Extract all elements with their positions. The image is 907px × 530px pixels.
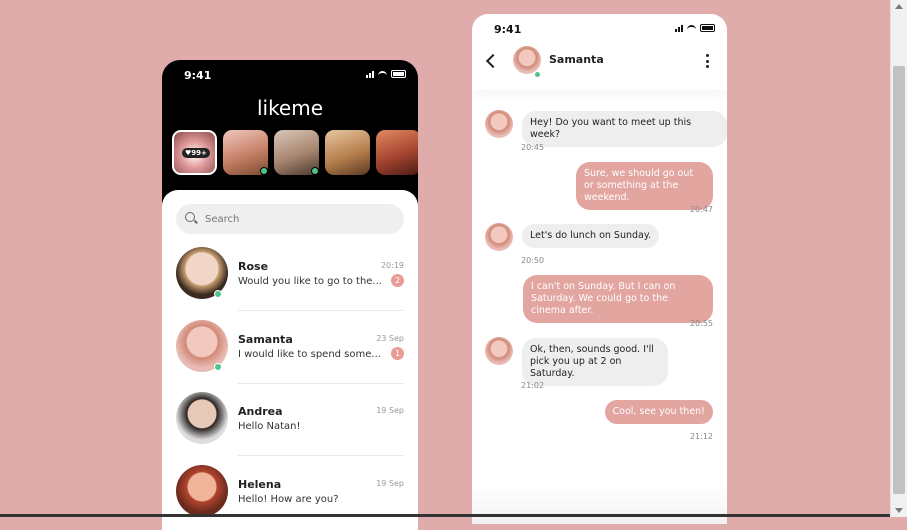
status-time: 9:41 (184, 69, 212, 82)
chat-list-phone: 9:41 likeme ♥99+ Rose Would you like to … (162, 60, 418, 530)
signal-icon (675, 24, 683, 32)
chat-time: 23 Sep (376, 334, 404, 343)
search-input[interactable] (203, 212, 387, 226)
wifi-icon (687, 24, 696, 32)
story-avatar[interactable] (376, 130, 418, 175)
online-indicator (260, 167, 268, 175)
chat-time: 19 Sep (376, 479, 404, 488)
input-area-fade (472, 484, 727, 524)
avatar (176, 392, 228, 444)
chat-item-samanta[interactable]: Samanta I would like to spend some... 23… (176, 320, 404, 384)
message-time: 21:02 (521, 381, 545, 390)
scrollbar-thumb[interactable] (893, 66, 905, 494)
scroll-up-icon[interactable] (895, 4, 903, 9)
story-avatar[interactable] (223, 130, 268, 175)
signal-icon (366, 70, 374, 78)
sender-avatar (485, 337, 513, 365)
message-bubble-outgoing: I can't on Sunday. But I can on Saturday… (523, 275, 713, 323)
chat-preview: Hello Natan! (238, 421, 301, 432)
more-options-icon[interactable] (706, 54, 709, 68)
battery-icon (700, 24, 715, 32)
message-time: 20:47 (689, 205, 713, 214)
app-title: likeme (256, 96, 324, 120)
status-icons (675, 24, 715, 32)
chat-preview: I would like to spend some... (238, 349, 381, 360)
likes-story[interactable]: ♥99+ (172, 130, 217, 175)
chat-name: Andrea (238, 405, 283, 418)
conversation-phone: 9:41 Samanta Hey! Do you want to meet up… (472, 14, 727, 524)
status-time: 9:41 (494, 23, 522, 36)
unread-badge: 2 (391, 274, 404, 287)
avatar (176, 465, 228, 517)
unread-badge: 1 (391, 347, 404, 360)
status-icons (366, 70, 406, 78)
message-bubble-incoming: Ok, then, sounds good. I'll pick you up … (522, 338, 668, 386)
chat-name: Rose (238, 260, 269, 273)
battery-icon (391, 70, 406, 78)
divider (238, 455, 404, 456)
sender-avatar (485, 223, 513, 251)
divider (238, 310, 404, 311)
message-time: 20:55 (689, 319, 713, 328)
chat-name: Helena (238, 478, 282, 491)
message-bubble-incoming: Hey! Do you want to meet up this week? (522, 111, 727, 147)
chat-item-andrea[interactable]: Andrea Hello Natan! 19 Sep (176, 392, 404, 456)
chat-preview: Would you like to go to the... (238, 276, 382, 287)
search-bar[interactable] (176, 204, 404, 234)
message-time: 21:12 (689, 432, 713, 441)
chat-preview: Hello! How are you? (238, 494, 339, 505)
stories-row: ♥99+ (172, 130, 418, 175)
message-bubble-outgoing: Sure, we should go out or something at t… (576, 162, 713, 210)
search-icon (185, 212, 199, 226)
chat-time: 19 Sep (376, 406, 404, 415)
conversation-header: Samanta (472, 44, 727, 90)
back-arrow-icon[interactable] (485, 53, 501, 69)
chat-list-panel: Rose Would you like to go to the... 20:1… (162, 190, 418, 530)
message-bubble-outgoing: Cool, see you then! (604, 400, 713, 424)
chat-time: 20:19 (380, 261, 404, 270)
chat-item-rose[interactable]: Rose Would you like to go to the... 20:1… (176, 247, 404, 311)
likes-count-badge: ♥99+ (182, 148, 210, 158)
message-bubble-incoming: Let's do lunch on Sunday. (522, 224, 660, 248)
online-indicator (534, 71, 541, 78)
online-indicator (311, 167, 319, 175)
online-indicator (214, 290, 222, 298)
page-scrollbar[interactable] (890, 0, 907, 517)
wifi-icon (378, 70, 387, 78)
online-indicator (214, 363, 222, 371)
sender-avatar (485, 110, 513, 138)
story-avatar[interactable] (274, 130, 319, 175)
chat-name: Samanta (238, 333, 293, 346)
scroll-down-icon[interactable] (895, 508, 903, 513)
divider (238, 383, 404, 384)
message-time: 20:45 (521, 143, 545, 152)
contact-avatar[interactable] (513, 46, 541, 74)
message-time: 20:50 (521, 256, 545, 265)
contact-name: Samanta (549, 53, 604, 66)
story-avatar[interactable] (325, 130, 370, 175)
